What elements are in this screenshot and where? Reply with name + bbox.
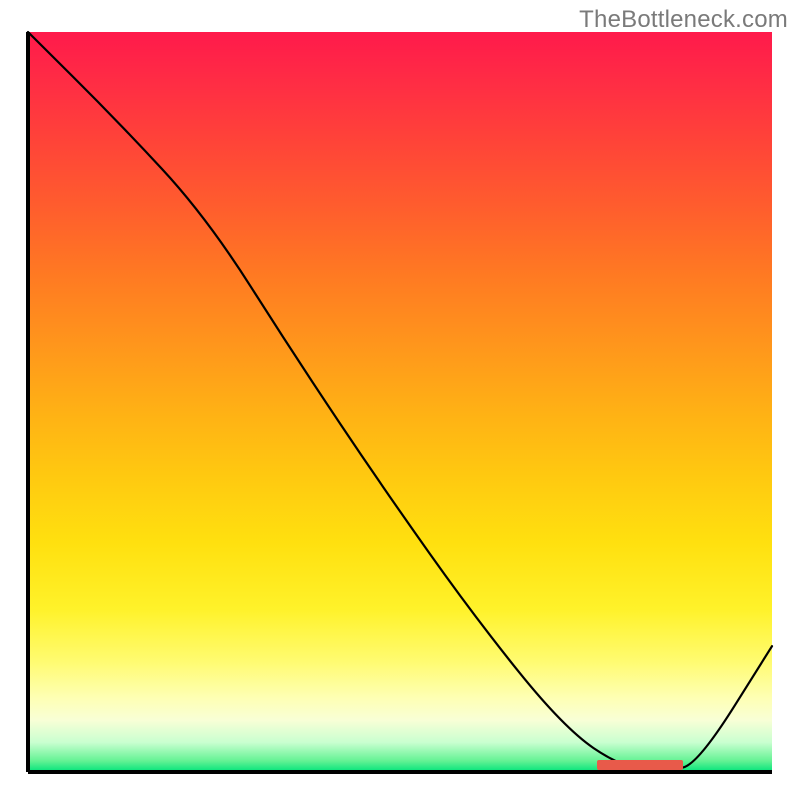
- minimum-marker: [597, 760, 683, 770]
- axes-layer: [28, 32, 772, 772]
- watermark-text: TheBottleneck.com: [579, 6, 788, 34]
- chart-container: TheBottleneck.com: [0, 0, 800, 800]
- plot-area: [28, 32, 772, 772]
